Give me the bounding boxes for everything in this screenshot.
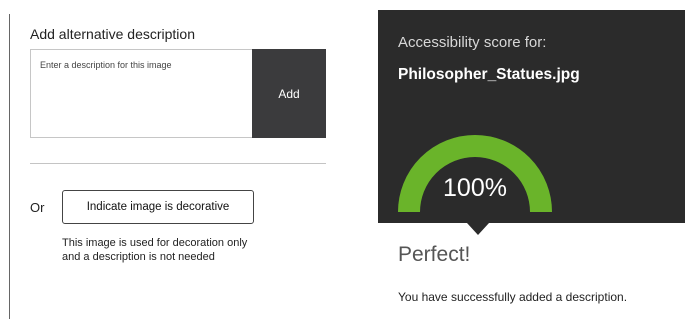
decorative-help-text: This image is used for decoration only a… xyxy=(62,237,248,263)
or-label: Or xyxy=(30,200,45,215)
section-divider xyxy=(30,163,326,164)
accessibility-score-panel: Accessibility score for: Philosopher_Sta… xyxy=(378,10,685,235)
score-value: 100% xyxy=(443,174,507,202)
left-panel-border xyxy=(9,14,10,319)
indicate-decorative-button[interactable]: Indicate image is decorative xyxy=(62,190,254,224)
add-button[interactable]: Add xyxy=(252,49,326,138)
alt-description-input[interactable] xyxy=(30,49,252,138)
result-message: You have successfully added a descriptio… xyxy=(398,290,628,304)
score-panel-pointer xyxy=(467,223,489,235)
alt-description-heading: Add alternative description xyxy=(30,26,195,42)
result-heading: Perfect! xyxy=(398,243,471,266)
